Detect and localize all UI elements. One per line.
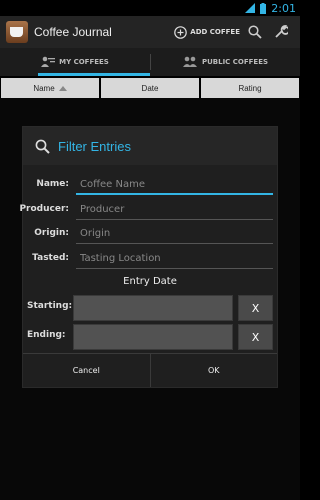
column-header-rating-label: Rating <box>238 83 262 93</box>
search-icon <box>35 139 50 154</box>
column-header-date-label: Date <box>141 83 159 93</box>
ending-row: Ending: X <box>23 324 277 350</box>
people-icon <box>182 56 197 67</box>
name-field[interactable] <box>76 175 273 195</box>
name-row: Name: <box>23 175 277 197</box>
filter-dialog: Filter Entries Name: Producer: Origin: T… <box>19 126 278 388</box>
clock: 2:01 <box>271 1 296 15</box>
status-bar: 2:01 <box>0 0 300 16</box>
cancel-button[interactable]: Cancel <box>23 354 150 387</box>
name-label: Name: <box>36 179 69 189</box>
tasted-row: Tasted: <box>23 249 277 271</box>
dialog-title: Filter Entries <box>58 138 131 154</box>
sort-ascending-icon <box>58 85 67 91</box>
producer-label: Producer: <box>19 204 69 214</box>
wrench-icon[interactable] <box>274 25 288 39</box>
coffee-app-icon[interactable] <box>6 21 28 43</box>
add-coffee-button[interactable]: ADD COFFEE <box>174 25 240 39</box>
search-icon[interactable] <box>248 25 262 39</box>
entry-date-heading: Entry Date <box>123 276 177 287</box>
dialog-button-bar: Cancel OK <box>23 353 277 387</box>
add-coffee-label: ADD COFFEE <box>190 28 240 36</box>
column-header-rating[interactable]: Rating <box>201 78 299 98</box>
tab-my-coffees[interactable]: MY COFFEES <box>0 48 150 76</box>
app-title: Coffee Journal <box>34 25 112 39</box>
origin-label: Origin: <box>34 228 69 238</box>
ending-date-button[interactable] <box>73 324 233 350</box>
column-header-name[interactable]: Name <box>1 78 99 98</box>
ok-button[interactable]: OK <box>149 354 278 387</box>
person-list-icon <box>41 56 56 67</box>
starting-date-button[interactable] <box>73 295 233 321</box>
column-headers: Name Date Rating <box>0 78 300 98</box>
producer-row: Producer: <box>19 200 277 222</box>
tab-public-coffees-label: PUBLIC COFFEES <box>201 58 269 66</box>
signal-icon <box>245 3 256 13</box>
clear-ending-date-button[interactable]: X <box>238 324 273 350</box>
plus-circle-icon <box>174 25 188 39</box>
tasted-field[interactable] <box>76 249 273 269</box>
starting-row: Starting: X <box>23 295 277 321</box>
clear-starting-date-button[interactable]: X <box>238 295 273 321</box>
origin-field[interactable] <box>76 224 273 244</box>
tab-public-coffees[interactable]: PUBLIC COFFEES <box>150 48 300 76</box>
tasted-label: Tasted: <box>32 253 69 263</box>
dialog-header: Filter Entries <box>23 127 277 165</box>
producer-field[interactable] <box>76 200 273 220</box>
ending-label: Ending: <box>27 330 66 340</box>
starting-label: Starting: <box>27 301 73 311</box>
origin-row: Origin: <box>23 224 277 246</box>
column-header-name-label: Name <box>33 83 55 93</box>
battery-icon <box>260 2 267 14</box>
column-header-date[interactable]: Date <box>101 78 199 98</box>
action-bar: Coffee Journal ADD COFFEE <box>0 16 300 48</box>
tab-bar: MY COFFEES PUBLIC COFFEES <box>0 48 300 76</box>
tab-my-coffees-label: MY COFFEES <box>59 58 109 66</box>
